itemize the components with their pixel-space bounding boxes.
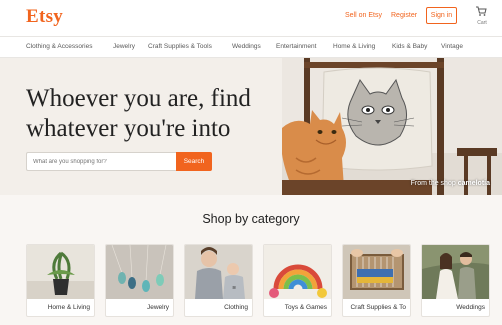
category-card-clothing[interactable]: ≋ Clothing: [184, 244, 253, 317]
category-image-toys-games: [264, 245, 331, 299]
shop-by-category-section: Shop by category Home & Living Jewelry ≋…: [0, 195, 502, 325]
category-card-jewelry[interactable]: Jewelry: [105, 244, 174, 317]
cart-button[interactable]: Cart: [472, 5, 492, 29]
search-input[interactable]: [26, 152, 176, 171]
category-card-home-living[interactable]: Home & Living: [26, 244, 95, 317]
etsy-logo[interactable]: Etsy: [26, 6, 63, 28]
category-label-clothing: Clothing: [224, 304, 248, 311]
category-label-toys-games: Toys & Games: [284, 304, 327, 311]
nav-item-clothing-accessories[interactable]: Clothing & Accessories: [26, 43, 92, 50]
category-image-weddings: [422, 245, 489, 299]
photo-credit[interactable]: From the shop camelotia: [411, 180, 490, 187]
category-card-toys-games[interactable]: Toys & Games: [263, 244, 332, 317]
cart-icon: [476, 6, 487, 16]
nav-item-weddings[interactable]: Weddings: [232, 43, 261, 50]
photo-credit-shop[interactable]: camelotia: [458, 180, 490, 187]
register-link[interactable]: Register: [391, 12, 417, 19]
category-image-craft-supplies: [343, 245, 410, 299]
category-label-home-living: Home & Living: [47, 304, 90, 311]
category-label-jewelry: Jewelry: [146, 304, 169, 311]
nav-item-home-living[interactable]: Home & Living: [333, 43, 375, 50]
category-image-clothing: ≋: [185, 245, 252, 299]
category-image-jewelry: [106, 245, 173, 299]
sell-on-etsy-link[interactable]: Sell on Etsy: [345, 12, 382, 19]
nav-item-entertainment[interactable]: Entertainment: [276, 43, 316, 50]
hero-photo-cat-pillow: [282, 58, 502, 195]
category-nav: Clothing & Accessories Jewelry Craft Sup…: [0, 37, 502, 58]
cart-label: Cart: [477, 20, 487, 26]
category-card-craft-supplies[interactable]: Craft Supplies & To: [342, 244, 411, 317]
etsy-homepage: Etsy Sell on Etsy Register Sign in Cart …: [0, 0, 502, 325]
photo-credit-prefix: From the shop: [410, 180, 456, 187]
nav-item-kids-baby[interactable]: Kids & Baby: [392, 43, 427, 50]
svg-text:≋: ≋: [232, 285, 236, 291]
hero-headline-line-1: Whoever you are, find: [26, 85, 251, 112]
site-header: Etsy Sell on Etsy Register Sign in Cart: [0, 0, 502, 37]
hero-banner: Whoever you are, find whatever you're in…: [0, 58, 502, 195]
nav-item-vintage[interactable]: Vintage: [441, 43, 463, 50]
category-label-weddings: Weddings: [456, 304, 485, 311]
nav-item-craft-supplies-tools[interactable]: Craft Supplies & Tools: [148, 43, 212, 50]
category-image-home-living: [27, 245, 94, 299]
sign-in-button[interactable]: Sign in: [426, 7, 457, 24]
hero-headline: Whoever you are, find whatever you're in…: [26, 84, 251, 144]
search-button[interactable]: Search: [176, 152, 212, 171]
section-title: Shop by category: [202, 212, 300, 226]
nav-item-jewelry[interactable]: Jewelry: [113, 43, 135, 50]
hero-headline-line-2: whatever you're into: [26, 115, 231, 142]
category-card-weddings[interactable]: Weddings: [421, 244, 490, 317]
category-label-craft-supplies: Craft Supplies & To: [350, 304, 406, 311]
